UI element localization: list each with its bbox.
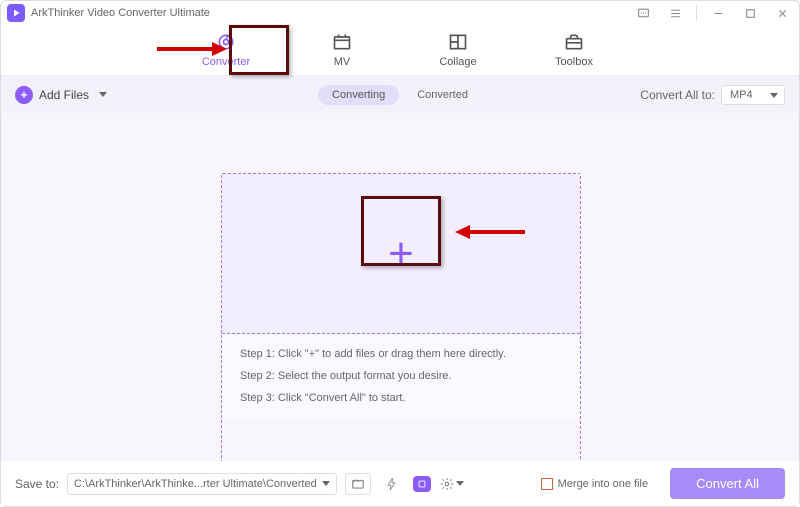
merge-checkbox[interactable]: Merge into one file: [541, 478, 649, 490]
chevron-down-icon: [322, 481, 330, 486]
hw-accel-icon[interactable]: [379, 473, 405, 495]
save-to-label: Save to:: [15, 477, 59, 491]
main-area: + Step 1: Click "+" to add files or drag…: [1, 113, 799, 463]
plus-icon: +: [15, 86, 33, 104]
minimize-button[interactable]: [707, 2, 729, 24]
chevron-down-icon: [456, 481, 464, 486]
menu-icon[interactable]: [664, 2, 686, 24]
toolbox-icon: [564, 32, 584, 52]
step1-text: Step 1: Click "+" to add files or drag t…: [240, 348, 562, 360]
save-path-dropdown[interactable]: C:\ArkThinker\ArkThinke...rter Ultimate\…: [67, 473, 337, 495]
checkbox-icon: [541, 478, 553, 490]
tab-label: MV: [334, 56, 351, 68]
segment-converting[interactable]: Converting: [318, 85, 399, 105]
app-logo-icon: [7, 4, 25, 22]
close-button[interactable]: [771, 2, 793, 24]
step3-text: Step 3: Click "Convert All" to start.: [240, 392, 562, 404]
drop-instructions: Step 1: Click "+" to add files or drag t…: [222, 334, 580, 418]
convert-all-to-label: Convert All to:: [640, 88, 715, 102]
merge-label: Merge into one file: [558, 478, 649, 490]
collage-icon: [448, 32, 468, 52]
tab-mv[interactable]: MV: [314, 32, 370, 68]
annotation-arrow-2: [455, 223, 525, 241]
app-title: ArkThinker Video Converter Ultimate: [31, 7, 210, 19]
chevron-down-icon: [99, 92, 107, 97]
footer: Save to: C:\ArkThinker\ArkThinke...rter …: [1, 461, 799, 506]
open-folder-button[interactable]: [345, 473, 371, 495]
add-files-label: Add Files: [39, 88, 89, 102]
convert-all-button[interactable]: Convert All: [670, 468, 785, 499]
tab-label: Collage: [439, 56, 476, 68]
segment-converted[interactable]: Converted: [403, 85, 482, 105]
annotation-arrow-1: [157, 40, 227, 58]
annotation-box-plus: [361, 196, 441, 266]
step2-text: Step 2: Select the output format you des…: [240, 370, 562, 382]
mv-icon: [332, 32, 352, 52]
titlebar: ArkThinker Video Converter Ultimate: [1, 1, 799, 25]
save-path-value: C:\ArkThinker\ArkThinke...rter Ultimate\…: [74, 478, 317, 490]
add-files-button[interactable]: + Add Files: [15, 86, 107, 104]
tab-toolbox[interactable]: Toolbox: [546, 32, 602, 68]
tab-label: Toolbox: [555, 56, 593, 68]
main-tabs: Converter MV Collage Toolbox: [1, 25, 799, 75]
format-value: MP4: [730, 89, 753, 101]
format-dropdown[interactable]: MP4: [721, 85, 785, 105]
tab-collage[interactable]: Collage: [430, 32, 486, 68]
feedback-icon[interactable]: [632, 2, 654, 24]
convert-all-to: Convert All to: MP4: [640, 85, 785, 105]
toolbar: + Add Files Converting Converted Convert…: [1, 75, 799, 113]
maximize-button[interactable]: [739, 2, 761, 24]
status-segment: Converting Converted: [318, 85, 482, 105]
settings-button[interactable]: [439, 473, 465, 495]
chevron-down-icon: [770, 93, 778, 98]
annotation-box-converter: [229, 25, 289, 75]
gpu-badge-icon[interactable]: [413, 476, 431, 492]
